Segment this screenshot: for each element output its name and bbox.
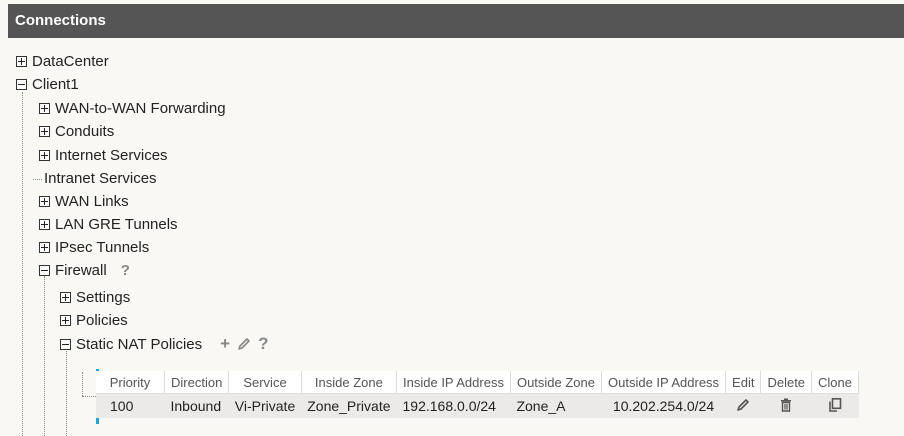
expand-icon[interactable] [39, 195, 50, 207]
tree-connector [82, 396, 96, 397]
tree-node-label: Settings [76, 288, 131, 306]
tree-node-label: IPsec Tunnels [55, 238, 150, 256]
help-icon[interactable]: ? [258, 334, 268, 354]
expand-icon[interactable] [16, 55, 27, 67]
tree-node-conduits[interactable]: Conduits [39, 121, 114, 141]
tree-node-label: DataCenter [32, 52, 109, 70]
expand-icon[interactable] [39, 102, 50, 114]
column-header[interactable]: Service [228, 371, 302, 394]
trash-icon[interactable] [778, 397, 794, 413]
tree-node-intranet-services[interactable]: Intranet Services [44, 168, 157, 188]
cell-outside-zone: Zone_A [510, 393, 602, 418]
cell-clone [811, 393, 859, 418]
tree-connector [66, 351, 67, 436]
tree-node-wan-to-wan-forwarding[interactable]: WAN-to-WAN Forwarding [39, 98, 226, 118]
tree-connector [33, 179, 42, 180]
cell-inside-zone: Zone_Private [301, 393, 397, 418]
tree-node-static-nat-policies[interactable]: Static NAT Policies + ? [60, 334, 268, 354]
plus-icon[interactable]: + [220, 334, 230, 354]
table-header-row: Priority Direction Service Inside Zone I… [96, 371, 859, 394]
pencil-icon[interactable] [735, 397, 751, 413]
cell-inside-ip: 192.168.0.0/24 [396, 393, 511, 418]
cell-delete [760, 393, 812, 418]
tree-node-ipsec-tunnels[interactable]: IPsec Tunnels [39, 237, 149, 257]
collapse-icon[interactable] [60, 338, 71, 350]
tree-node-policies[interactable]: Policies [60, 310, 128, 330]
cell-priority: 100 [96, 393, 165, 418]
tree-node-label: Intranet Services [44, 169, 157, 187]
tree-node-lan-gre-tunnels[interactable]: LAN GRE Tunnels [39, 214, 178, 234]
expand-icon[interactable] [39, 241, 50, 253]
tree-node-settings[interactable]: Settings [60, 287, 130, 307]
column-header[interactable]: Inside Zone [301, 371, 398, 394]
tree-node-label: Internet Services [55, 146, 168, 164]
cell-edit [725, 393, 761, 418]
column-header[interactable]: Direction [164, 371, 230, 394]
tree-node-firewall[interactable]: Firewall ? [39, 260, 130, 280]
tree-node-label: WAN Links [55, 192, 129, 210]
tree-node-label: LAN GRE Tunnels [55, 215, 178, 233]
tree-node-label: WAN-to-WAN Forwarding [55, 99, 226, 117]
column-header[interactable]: Priority [96, 371, 165, 394]
cell-service: Vi-Private [228, 393, 302, 418]
tree-node-label: Firewall [55, 261, 107, 279]
tree-node-datacenter[interactable]: DataCenter [16, 51, 109, 71]
static-nat-table: Priority Direction Service Inside Zone I… [96, 371, 859, 418]
column-header[interactable]: Outside Zone [510, 371, 603, 394]
column-header[interactable]: Inside IP Address [396, 371, 511, 394]
expand-icon[interactable] [39, 218, 50, 230]
column-header[interactable]: Delete [760, 371, 813, 394]
collapse-icon[interactable] [39, 264, 50, 276]
expand-icon[interactable] [39, 149, 50, 161]
tree-node-wan-links[interactable]: WAN Links [39, 191, 129, 211]
cell-direction: Inbound [164, 393, 229, 418]
column-header[interactable]: Outside IP Address [601, 371, 727, 394]
tree-node-label: Conduits [55, 122, 115, 140]
copy-icon[interactable] [827, 397, 843, 413]
tree-connector [82, 372, 83, 396]
tree-node-label: Client1 [32, 75, 79, 93]
tree-connector [22, 92, 23, 436]
static-nat-actions: + ? [220, 334, 268, 354]
column-header[interactable]: Clone [811, 371, 859, 394]
tree-node-client1[interactable]: Client1 [16, 74, 79, 94]
expand-icon[interactable] [39, 125, 50, 137]
tree-node-label: Policies [76, 311, 128, 329]
tree-node-internet-services[interactable]: Internet Services [39, 145, 168, 165]
column-header[interactable]: Edit [725, 371, 762, 394]
expand-icon[interactable] [60, 291, 71, 303]
help-icon[interactable]: ? [121, 262, 130, 279]
collapse-icon[interactable] [16, 78, 27, 90]
cell-outside-ip: 10.202.254.0/24 [601, 393, 726, 418]
tree-connector [44, 276, 45, 436]
table-row: 100 Inbound Vi-Private Zone_Private 192.… [96, 393, 859, 418]
tree-node-label: Static NAT Policies [76, 335, 203, 353]
expand-icon[interactable] [60, 314, 71, 326]
pencil-icon[interactable] [236, 336, 252, 352]
